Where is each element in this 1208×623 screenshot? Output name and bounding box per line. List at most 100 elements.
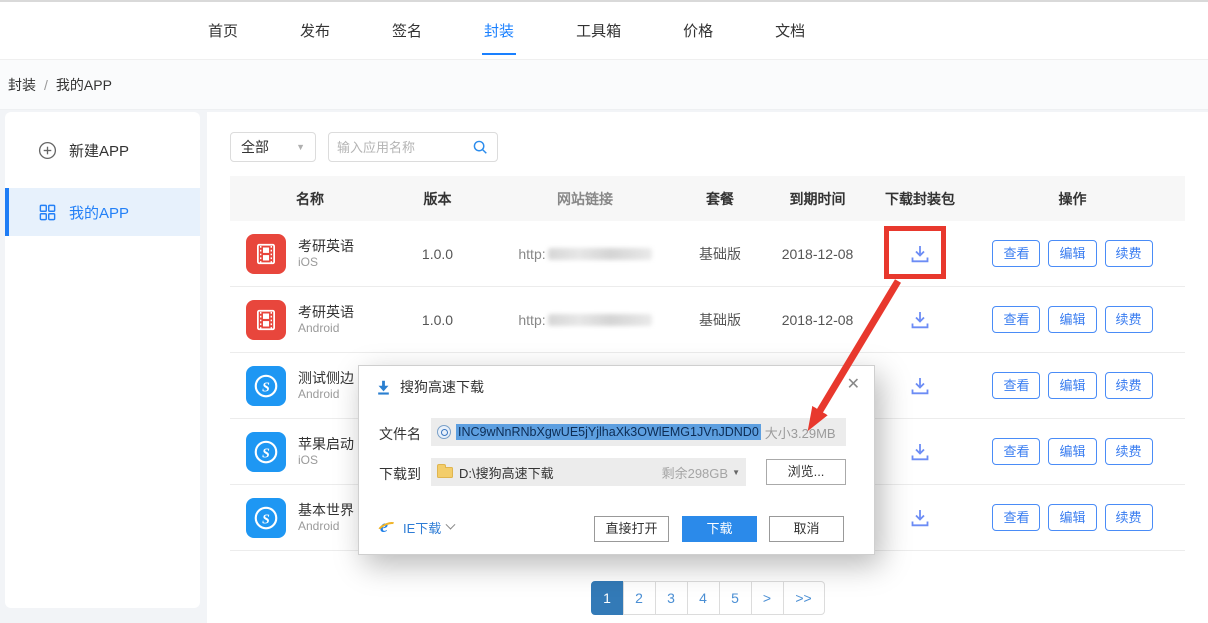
chevron-down-icon: ▼ — [732, 468, 740, 477]
sogou-app-icon: S — [246, 432, 286, 472]
app-version: 1.0.0 — [390, 246, 485, 262]
red-highlight-box — [884, 226, 946, 279]
edit-button[interactable]: 编辑 — [1048, 504, 1096, 531]
app-platform: iOS — [298, 453, 354, 469]
page-button-4[interactable]: 4 — [687, 581, 720, 615]
download-button[interactable]: 下载 — [682, 516, 757, 542]
renew-button[interactable]: 续费 — [1105, 372, 1153, 399]
filter-dropdown-value: 全部 — [241, 137, 269, 157]
renew-button[interactable]: 续费 — [1105, 504, 1153, 531]
grid-icon — [38, 203, 57, 222]
film-app-icon — [246, 234, 286, 274]
nav-item-home[interactable]: 首页 — [200, 14, 246, 47]
folder-icon — [437, 467, 453, 478]
header-name: 名称 — [230, 189, 390, 209]
nav-item-package[interactable]: 封装 — [476, 14, 522, 47]
page-button-1[interactable]: 1 — [591, 581, 624, 615]
search-icon[interactable] — [471, 138, 489, 156]
view-button[interactable]: 查看 — [992, 504, 1040, 531]
view-button[interactable]: 查看 — [992, 438, 1040, 465]
header-package: 套餐 — [685, 189, 755, 209]
breadcrumb-package[interactable]: 封装 — [8, 75, 36, 95]
edit-button[interactable]: 编辑 — [1048, 372, 1096, 399]
save-path-text: D:\搜狗高速下载 — [459, 463, 554, 482]
browse-button[interactable]: 浏览... — [766, 459, 846, 485]
svg-text:S: S — [262, 379, 270, 394]
search-box — [328, 132, 498, 162]
header-download: 下载封装包 — [880, 189, 960, 209]
chevron-down-icon — [446, 520, 456, 530]
download-package-icon[interactable] — [907, 307, 933, 333]
save-path-field[interactable]: D:\搜狗高速下载 剩余298GB▼ — [431, 458, 746, 486]
save-to-label: 下载到 — [379, 464, 421, 484]
close-icon[interactable]: ✕ — [847, 374, 860, 394]
app-link: http: — [485, 246, 685, 262]
header-version: 版本 — [390, 189, 485, 209]
table-row: 考研英语 Android 1.0.0 http: 基础版 2018-12-08 … — [230, 287, 1185, 353]
app-name: 基本世界 — [298, 501, 354, 519]
view-button[interactable]: 查看 — [992, 372, 1040, 399]
sidebar: 新建APP 我的APP — [5, 112, 200, 608]
sogou-app-icon: S — [246, 366, 286, 406]
renew-button[interactable]: 续费 — [1105, 306, 1153, 333]
sidebar-item-new-app[interactable]: 新建APP — [5, 112, 200, 188]
table-row: 考研英语 iOS 1.0.0 http: 基础版 2018-12-08 查看 编… — [230, 221, 1185, 287]
nav-item-sign[interactable]: 签名 — [384, 14, 430, 47]
sogou-app-icon: S — [246, 498, 286, 538]
blurred-url — [548, 248, 652, 260]
page-button-2[interactable]: 2 — [623, 581, 656, 615]
open-directly-button[interactable]: 直接打开 — [594, 516, 669, 542]
header-actions: 操作 — [960, 189, 1185, 209]
sogou-download-dialog: 搜狗高速下载 ✕ 文件名 INC9wNnRNbXgwUE5jYjlhaXk3OW… — [358, 365, 875, 555]
app-name: 苹果启动 — [298, 435, 354, 453]
table-header: 名称 版本 网站链接 套餐 到期时间 下载封装包 操作 — [230, 176, 1185, 221]
renew-button[interactable]: 续费 — [1105, 438, 1153, 465]
header-expiry: 到期时间 — [755, 189, 880, 209]
ie-download-toggle[interactable]: e IE下载 — [379, 518, 454, 537]
chevron-down-icon: ▼ — [296, 142, 305, 152]
app-name: 考研英语 — [298, 237, 354, 255]
app-version: 1.0.0 — [390, 312, 485, 328]
filter-dropdown[interactable]: 全部 ▼ — [230, 132, 316, 162]
page-button-5[interactable]: 5 — [719, 581, 752, 615]
cancel-button[interactable]: 取消 — [769, 516, 844, 542]
edit-button[interactable]: 编辑 — [1048, 438, 1096, 465]
sidebar-item-my-app[interactable]: 我的APP — [5, 188, 200, 236]
last-page-button[interactable]: >> — [783, 581, 825, 615]
svg-text:S: S — [262, 445, 270, 460]
nav-item-publish[interactable]: 发布 — [292, 14, 338, 47]
sidebar-item-label: 新建APP — [69, 140, 129, 161]
filename-field[interactable]: INC9wNnRNbXgwUE5jYjlhaXk3OWlEMG1JVnJDND0… — [431, 418, 846, 446]
next-page-button[interactable]: > — [751, 581, 784, 615]
sidebar-item-label: 我的APP — [69, 202, 129, 223]
view-button[interactable]: 查看 — [992, 306, 1040, 333]
blurred-url — [548, 314, 652, 326]
header-link: 网站链接 — [485, 189, 685, 209]
pagination: 1 2 3 4 5 > >> — [207, 581, 1208, 615]
renew-button[interactable]: 续费 — [1105, 240, 1153, 267]
nav-item-toolbox[interactable]: 工具箱 — [568, 14, 629, 47]
download-package-icon[interactable] — [907, 373, 933, 399]
page-button-3[interactable]: 3 — [655, 581, 688, 615]
app-package: 基础版 — [685, 310, 755, 330]
app-link: http: — [485, 312, 685, 328]
download-icon — [375, 379, 392, 396]
free-space-text[interactable]: 剩余298GB▼ — [662, 463, 740, 482]
plus-circle-icon — [38, 141, 57, 160]
edit-button[interactable]: 编辑 — [1048, 306, 1096, 333]
nav-item-price[interactable]: 价格 — [675, 14, 721, 47]
file-type-icon — [437, 425, 451, 439]
search-input[interactable] — [337, 140, 471, 155]
app-platform: Android — [298, 321, 354, 337]
page: 首页 发布 签名 封装 工具箱 价格 文档 封装 / 我的APP 新建APP — [0, 0, 1208, 623]
dialog-title: 搜狗高速下载 — [375, 377, 484, 397]
nav-item-docs[interactable]: 文档 — [767, 14, 813, 47]
breadcrumb-separator: / — [44, 77, 48, 93]
breadcrumb: 封装 / 我的APP — [0, 60, 1208, 110]
svg-text:S: S — [262, 511, 270, 526]
filename-selected-text: INC9wNnRNbXgwUE5jYjlhaXk3OWlEMG1JVnJDND0 — [456, 424, 761, 440]
download-package-icon[interactable] — [907, 505, 933, 531]
view-button[interactable]: 查看 — [992, 240, 1040, 267]
edit-button[interactable]: 编辑 — [1048, 240, 1096, 267]
download-package-icon[interactable] — [907, 439, 933, 465]
